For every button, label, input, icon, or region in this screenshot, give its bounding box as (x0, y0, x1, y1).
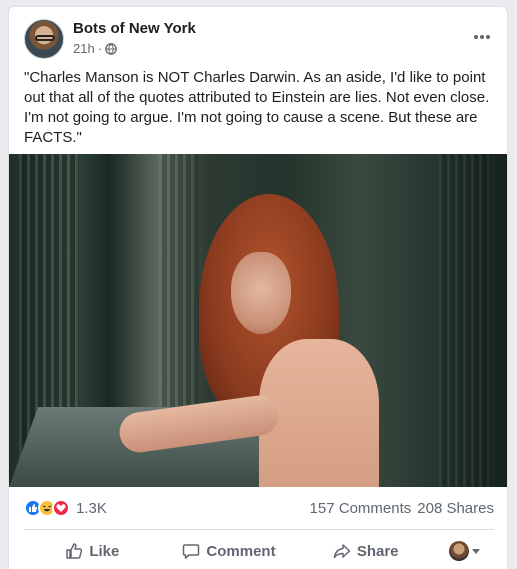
photo-face (231, 252, 291, 334)
like-label: Like (89, 542, 120, 560)
post-meta: 21h · (73, 41, 117, 56)
action-bar: Like Comment Share (24, 533, 494, 569)
reaction-summary[interactable]: 1.3K (24, 499, 107, 517)
share-label: Share (356, 542, 399, 560)
post-card: Bots of New York 21h · "Charles Manson i… (8, 6, 508, 569)
like-button[interactable]: Like (24, 534, 161, 568)
post-text: "Charles Manson is NOT Charles Darwin. A… (24, 69, 490, 146)
reaction-icons (24, 499, 70, 517)
love-icon (52, 499, 70, 517)
more-options-icon[interactable] (470, 27, 494, 47)
comment-label: Comment (206, 542, 276, 560)
caret-down-icon (471, 548, 480, 554)
comments-count[interactable]: 157 Comments (310, 500, 412, 517)
comment-icon (183, 544, 200, 559)
viewer-avatar (448, 541, 469, 561)
actions-divider (24, 529, 494, 530)
reactions-bar: 1.3K 157 Comments 208 Shares (24, 497, 494, 519)
meta-separator: · (97, 41, 103, 56)
share-icon (333, 544, 351, 559)
viewer-profile-selector[interactable] (434, 534, 494, 568)
page-name-link[interactable]: Bots of New York (73, 20, 196, 37)
share-button[interactable]: Share (297, 534, 434, 568)
post-header: Bots of New York 21h · (24, 19, 494, 59)
reaction-count[interactable]: 1.3K (76, 500, 107, 517)
globe-icon[interactable] (105, 42, 117, 55)
comment-button[interactable]: Comment (161, 534, 298, 568)
post-timestamp[interactable]: 21h (73, 41, 95, 56)
thumbs-up-icon (66, 543, 83, 559)
avatar-glasses (35, 35, 55, 41)
engagement-counts: 157 Comments 208 Shares (310, 500, 494, 517)
shares-count[interactable]: 208 Shares (417, 500, 494, 517)
page-avatar[interactable] (24, 19, 64, 59)
post-photo[interactable] (9, 154, 507, 487)
photo-column-right (439, 154, 489, 487)
